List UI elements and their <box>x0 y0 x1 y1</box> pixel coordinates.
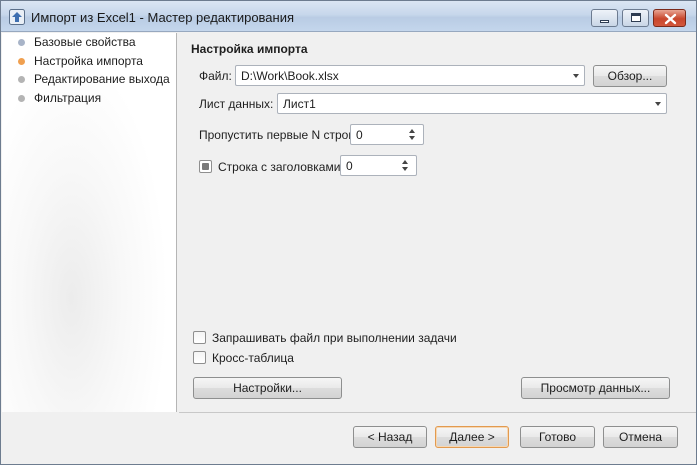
import-settings-panel: Настройка импорта Файл: D:\Work\Book.xls… <box>179 33 696 413</box>
title-bar[interactable]: Импорт из Excel1 - Мастер редактирования <box>1 1 696 32</box>
nav-item-import-settings[interactable]: Настройка импорта <box>18 53 143 69</box>
settings-button[interactable]: Настройки... <box>193 377 342 399</box>
wizard-steps-nav: Базовые свойства Настройка импорта Редак… <box>2 33 177 412</box>
nav-item-label: Редактирование выхода <box>34 72 170 86</box>
spin-down-icon[interactable] <box>409 136 415 140</box>
sheet-label: Лист данных: <box>199 97 274 111</box>
maximize-icon <box>631 13 641 22</box>
cancel-button[interactable]: Отмена <box>603 426 678 448</box>
back-button[interactable]: < Назад <box>353 426 427 448</box>
maximize-button[interactable] <box>622 9 649 27</box>
ask-file-checkbox[interactable] <box>193 331 206 344</box>
chevron-down-icon[interactable] <box>655 102 661 106</box>
minimize-icon <box>600 20 609 23</box>
header-row-checkbox[interactable] <box>199 160 212 173</box>
file-path-value: D:\Work\Book.xlsx <box>241 69 339 83</box>
preview-data-button[interactable]: Просмотр данных... <box>521 377 670 399</box>
nav-item-label: Базовые свойства <box>34 35 136 49</box>
close-icon <box>664 13 677 25</box>
import-arrow-icon <box>9 9 25 25</box>
sheet-combo[interactable]: Лист1 <box>277 93 667 114</box>
minimize-button[interactable] <box>591 9 618 27</box>
skip-rows-value: 0 <box>356 128 363 142</box>
step-dot-icon <box>18 57 25 65</box>
spin-up-icon[interactable] <box>402 160 408 164</box>
next-button[interactable]: Далее > <box>435 426 509 448</box>
header-row-value: 0 <box>346 159 353 173</box>
step-dot-icon <box>18 94 25 102</box>
cross-table-checkbox[interactable] <box>193 351 206 364</box>
window-title: Импорт из Excel1 - Мастер редактирования <box>31 10 295 25</box>
spin-up-icon[interactable] <box>409 129 415 133</box>
skip-rows-label: Пропустить первые N строк: <box>199 128 357 142</box>
nav-item-filtering[interactable]: Фильтрация <box>18 90 101 106</box>
done-button[interactable]: Готово <box>520 426 595 448</box>
file-label: Файл: <box>199 69 232 83</box>
nav-item-label: Фильтрация <box>34 91 102 105</box>
close-button[interactable] <box>653 9 686 27</box>
nav-item-basic-properties[interactable]: Базовые свойства <box>18 34 136 50</box>
nav-item-output-editing[interactable]: Редактирование выхода <box>18 71 170 87</box>
sheet-value: Лист1 <box>283 97 316 111</box>
skip-rows-spinner[interactable]: 0 <box>350 124 424 145</box>
header-row-label: Строка с заголовками: <box>218 160 344 174</box>
ask-file-label: Запрашивать файл при выполнении задачи <box>212 331 457 345</box>
browse-button[interactable]: Обзор... <box>593 65 667 87</box>
wizard-window: Импорт из Excel1 - Мастер редактирования… <box>0 0 697 465</box>
nav-item-label: Настройка импорта <box>34 54 143 68</box>
step-dot-icon <box>18 75 25 83</box>
spin-down-icon[interactable] <box>402 167 408 171</box>
file-path-combo[interactable]: D:\Work\Book.xlsx <box>235 65 585 86</box>
section-title: Настройка импорта <box>191 42 308 56</box>
cross-table-label: Кросс-таблица <box>212 351 294 365</box>
chevron-down-icon[interactable] <box>573 74 579 78</box>
header-row-spinner[interactable]: 0 <box>340 155 417 176</box>
footer-divider <box>179 412 696 413</box>
step-dot-icon <box>18 38 25 46</box>
